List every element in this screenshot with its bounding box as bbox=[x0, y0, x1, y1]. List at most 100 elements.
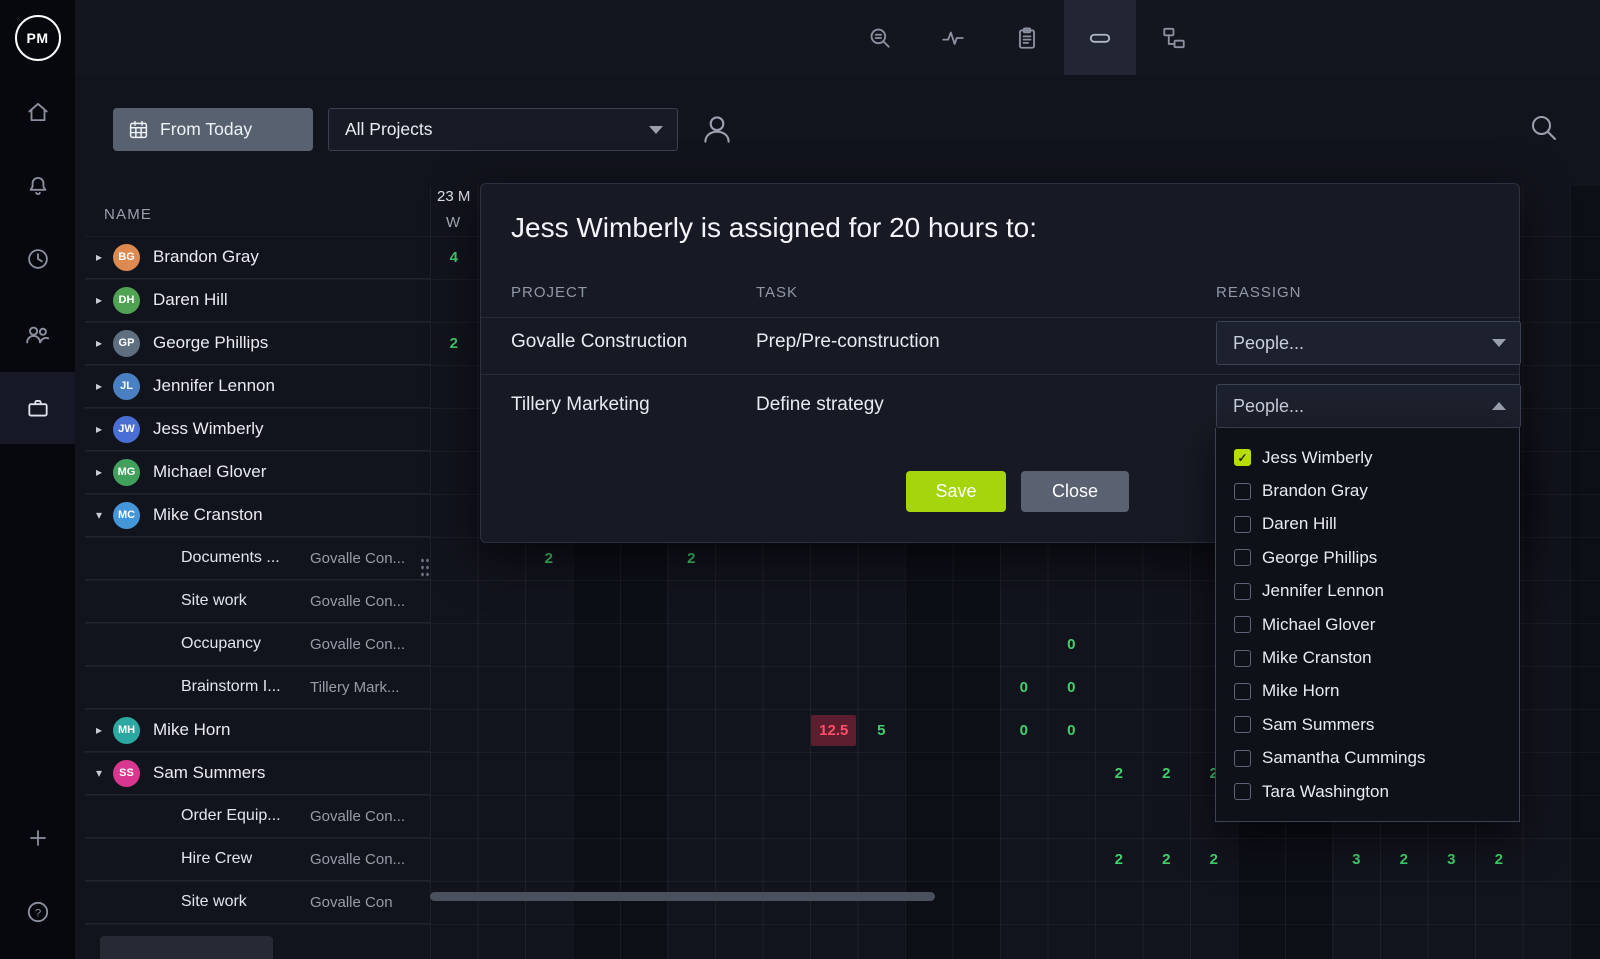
chevron-right-icon[interactable]: ▸ bbox=[85, 336, 113, 350]
person-row[interactable]: ▸BGBrandon Gray bbox=[85, 236, 430, 279]
checkbox-icon[interactable] bbox=[1234, 516, 1251, 533]
allocation-cell[interactable]: 4 bbox=[430, 236, 478, 279]
workload-briefcase-icon[interactable] bbox=[0, 384, 75, 432]
people-option[interactable]: ✓Jess Wimberly bbox=[1216, 441, 1519, 474]
checkbox-icon[interactable] bbox=[1234, 650, 1251, 667]
assignee-filter-icon[interactable] bbox=[698, 110, 736, 148]
chevron-down-icon[interactable]: ▾ bbox=[85, 508, 113, 522]
chevron-right-icon[interactable]: ▸ bbox=[85, 250, 113, 264]
checkbox-icon[interactable] bbox=[1234, 583, 1251, 600]
from-today-button[interactable]: From Today bbox=[113, 108, 313, 151]
allocation-cell[interactable]: 0 bbox=[1000, 709, 1048, 752]
people-option[interactable]: Michael Glover bbox=[1216, 608, 1519, 641]
allocation-cell[interactable]: 2 bbox=[1190, 838, 1238, 881]
home-icon[interactable] bbox=[0, 88, 75, 136]
reassign-select-row1[interactable]: People... bbox=[1216, 321, 1521, 365]
allocation-cell[interactable]: 2 bbox=[525, 537, 573, 580]
avatar: JL bbox=[113, 373, 140, 400]
reassign-select-row2[interactable]: People... bbox=[1216, 384, 1521, 428]
modal-col-task: TASK bbox=[756, 284, 798, 301]
help-icon[interactable]: ? bbox=[0, 888, 75, 936]
zoom-search-icon[interactable] bbox=[844, 0, 916, 75]
task-row[interactable]: Documents ...Govalle Con... bbox=[85, 537, 430, 580]
checkbox-icon[interactable] bbox=[1234, 683, 1251, 700]
close-button[interactable]: Close bbox=[1021, 471, 1129, 512]
allocation-cell[interactable]: 2 bbox=[1143, 838, 1191, 881]
checkbox-icon[interactable] bbox=[1234, 549, 1251, 566]
task-row[interactable]: Order Equip...Govalle Con... bbox=[85, 795, 430, 838]
people-option[interactable]: Mike Horn bbox=[1216, 675, 1519, 708]
chevron-right-icon[interactable]: ▸ bbox=[85, 723, 113, 737]
allocation-cell[interactable]: 2 bbox=[1095, 752, 1143, 795]
save-button[interactable]: Save bbox=[906, 471, 1006, 512]
workflow-icon[interactable] bbox=[1138, 0, 1210, 75]
allocation-cell[interactable]: 0 bbox=[1048, 666, 1096, 709]
avatar: MH bbox=[113, 717, 140, 744]
report-icon[interactable] bbox=[991, 0, 1063, 75]
person-row[interactable]: ▾MCMike Cranston bbox=[85, 494, 430, 537]
time-clock-icon[interactable] bbox=[0, 235, 75, 283]
person-row[interactable]: ▾SSSam Summers bbox=[85, 752, 430, 795]
checkbox-icon[interactable] bbox=[1234, 716, 1251, 733]
chevron-right-icon[interactable]: ▸ bbox=[85, 465, 113, 479]
modal-row1-project: Govalle Construction bbox=[511, 331, 687, 353]
chevron-right-icon[interactable]: ▸ bbox=[85, 293, 113, 307]
person-row[interactable]: ▸MGMichael Glover bbox=[85, 451, 430, 494]
person-row[interactable]: ▸GPGeorge Phillips bbox=[85, 322, 430, 365]
chevron-down-icon[interactable]: ▾ bbox=[85, 766, 113, 780]
team-people-icon[interactable] bbox=[0, 310, 75, 358]
allocation-cell[interactable]: 2 bbox=[668, 537, 716, 580]
allocation-cell[interactable]: 5 bbox=[858, 709, 906, 752]
people-option[interactable]: Tara Washington bbox=[1216, 775, 1519, 808]
timeline-icon[interactable] bbox=[1064, 0, 1136, 75]
add-plus-icon[interactable] bbox=[0, 814, 75, 862]
person-name: Brandon Gray bbox=[153, 247, 259, 267]
checkbox-icon[interactable] bbox=[1234, 783, 1251, 800]
topbar bbox=[75, 0, 1600, 75]
people-option[interactable]: Daren Hill bbox=[1216, 508, 1519, 541]
allocation-cell[interactable]: 2 bbox=[430, 322, 478, 365]
projects-filter-select[interactable]: All Projects bbox=[328, 108, 678, 151]
allocation-cell[interactable]: 3 bbox=[1428, 838, 1476, 881]
modal-title: Jess Wimberly is assigned for 20 hours t… bbox=[511, 212, 1037, 244]
allocation-cell[interactable]: 2 bbox=[1475, 838, 1523, 881]
checkbox-icon[interactable] bbox=[1234, 616, 1251, 633]
person-row[interactable]: ▸MHMike Horn bbox=[85, 709, 430, 752]
sidebar: PM ? bbox=[0, 0, 75, 959]
activity-icon[interactable] bbox=[917, 0, 989, 75]
people-option[interactable]: Jennifer Lennon bbox=[1216, 575, 1519, 608]
checkbox-icon[interactable] bbox=[1234, 483, 1251, 500]
column-resize-handle[interactable] bbox=[420, 557, 430, 579]
chevron-right-icon[interactable]: ▸ bbox=[85, 422, 113, 436]
people-option[interactable]: Mike Cranston bbox=[1216, 641, 1519, 674]
allocation-cell[interactable]: 3 bbox=[1333, 838, 1381, 881]
allocation-cell[interactable]: 2 bbox=[1380, 838, 1428, 881]
person-row[interactable]: ▸JLJennifer Lennon bbox=[85, 365, 430, 408]
people-option[interactable]: Brandon Gray bbox=[1216, 474, 1519, 507]
person-row[interactable]: ▸DHDaren Hill bbox=[85, 279, 430, 322]
task-row[interactable]: Site workGovalle Con bbox=[85, 881, 430, 924]
people-option[interactable]: Sam Summers bbox=[1216, 708, 1519, 741]
notifications-bell-icon[interactable] bbox=[0, 162, 75, 210]
allocation-cell[interactable]: 12.5 bbox=[810, 709, 858, 752]
task-row[interactable]: Hire CrewGovalle Con... bbox=[85, 838, 430, 881]
checkbox-icon[interactable] bbox=[1234, 750, 1251, 767]
allocation-cell[interactable]: 2 bbox=[1143, 752, 1191, 795]
checkbox-checked-icon[interactable]: ✓ bbox=[1234, 449, 1251, 466]
app-logo[interactable]: PM bbox=[0, 0, 75, 75]
allocation-cell[interactable]: 0 bbox=[1000, 666, 1048, 709]
chevron-right-icon[interactable]: ▸ bbox=[85, 379, 113, 393]
search-icon[interactable] bbox=[1528, 112, 1560, 144]
task-project: Govalle Con... bbox=[310, 636, 405, 653]
allocation-cell[interactable]: 2 bbox=[1095, 838, 1143, 881]
task-row[interactable]: OccupancyGovalle Con... bbox=[85, 623, 430, 666]
allocation-cell[interactable]: 0 bbox=[1048, 623, 1096, 666]
person-row[interactable]: ▸JWJess Wimberly bbox=[85, 408, 430, 451]
people-option[interactable]: George Phillips bbox=[1216, 541, 1519, 574]
people-option[interactable]: Samantha Cummings bbox=[1216, 742, 1519, 775]
task-row[interactable]: Brainstorm I...Tillery Mark... bbox=[85, 666, 430, 709]
allocation-cell[interactable]: 0 bbox=[1048, 709, 1096, 752]
task-name: Site work bbox=[181, 893, 310, 911]
task-row[interactable]: Site workGovalle Con... bbox=[85, 580, 430, 623]
horizontal-scrollbar[interactable] bbox=[430, 892, 935, 901]
